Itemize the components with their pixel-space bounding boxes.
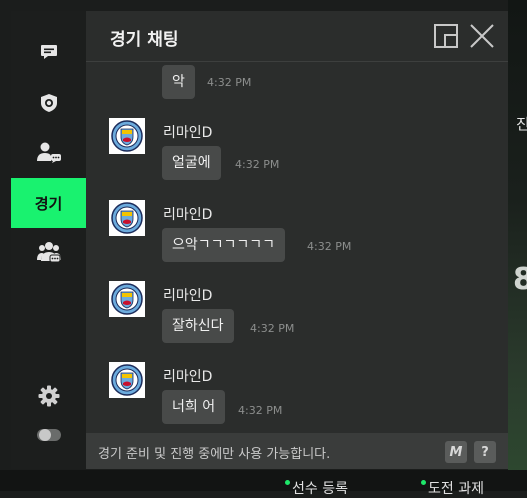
avatar[interactable] bbox=[109, 118, 145, 154]
message-time: 4:32 PM bbox=[250, 322, 295, 335]
macro-button[interactable]: M bbox=[445, 441, 467, 463]
avatar[interactable] bbox=[109, 362, 145, 398]
close-icon bbox=[470, 24, 494, 48]
list-item: 리마인D 잘하신다 4:32 PM bbox=[86, 281, 508, 351]
club-crest-icon bbox=[111, 120, 143, 152]
message-time: 4:32 PM bbox=[307, 240, 352, 253]
popout-button[interactable] bbox=[433, 23, 459, 49]
sidebar-item-match[interactable]: 경기 bbox=[11, 178, 86, 228]
message-time: 4:32 PM bbox=[207, 76, 252, 89]
message-time: 4:32 PM bbox=[238, 404, 283, 417]
background-tab-challenges[interactable]: 도전 과제 bbox=[421, 478, 484, 498]
new-dot-icon bbox=[285, 480, 290, 485]
club-crest-icon bbox=[111, 202, 143, 234]
background-tab-label: 도전 과제 bbox=[428, 481, 484, 497]
background-tab-player-register[interactable]: 선수 등록 bbox=[285, 478, 348, 498]
message-bubble: 너희 어 bbox=[162, 390, 226, 424]
settings-button[interactable] bbox=[11, 374, 86, 418]
sender-name: 리마인D bbox=[163, 125, 213, 141]
chat-footer: 경기 준비 및 진행 중에만 사용 가능합니다. M ? bbox=[86, 433, 508, 469]
sender-name: 리마인D bbox=[163, 369, 213, 385]
page-title: 경기 채팅 bbox=[110, 30, 179, 50]
sidebar-item-club[interactable] bbox=[11, 81, 86, 125]
sidebar-item-group[interactable] bbox=[11, 230, 86, 274]
message-bubble: 잘하신다 bbox=[162, 309, 234, 343]
shield-icon bbox=[39, 93, 59, 113]
help-button[interactable]: ? bbox=[474, 441, 496, 463]
toggle-icon bbox=[36, 428, 61, 442]
chat-header: 경기 채팅 bbox=[86, 11, 508, 62]
message-bubble: 얼굴에 bbox=[162, 146, 221, 180]
background-tab-label: 선수 등록 bbox=[292, 481, 348, 497]
club-crest-icon bbox=[111, 364, 143, 396]
sidebar-item-chat[interactable] bbox=[11, 30, 86, 74]
chat-icon bbox=[39, 42, 59, 62]
avatar[interactable] bbox=[109, 200, 145, 236]
background-number: 8 bbox=[513, 262, 527, 297]
list-item: 리마인D 너희 어 4:32 PM bbox=[86, 362, 508, 432]
list-item: 악 4:32 PM bbox=[86, 62, 508, 107]
sidebar-item-friends[interactable] bbox=[11, 130, 86, 174]
message-time: 4:32 PM bbox=[235, 158, 280, 171]
chat-panel: 경기 경기 채팅 악 4:32 PM 리마인D 얼굴에 4:32 PM 리마인D… bbox=[11, 11, 508, 469]
sender-name: 리마인D bbox=[163, 207, 213, 223]
club-crest-icon bbox=[111, 283, 143, 315]
close-button[interactable] bbox=[469, 23, 495, 49]
usage-notice: 경기 준비 및 진행 중에만 사용 가능합니다. bbox=[98, 447, 331, 462]
list-item: 리마인D 으악ㄱㄱㄱㄱㄱㄱ 4:32 PM bbox=[86, 200, 508, 270]
background-label: 진 bbox=[516, 115, 527, 133]
sidebar: 경기 bbox=[11, 11, 86, 469]
toggle-button[interactable] bbox=[11, 413, 86, 457]
message-list[interactable]: 악 4:32 PM 리마인D 얼굴에 4:32 PM 리마인D 으악ㄱㄱㄱㄱㄱㄱ… bbox=[86, 62, 508, 433]
user-chat-icon bbox=[36, 141, 61, 163]
list-item: 리마인D 얼굴에 4:32 PM bbox=[86, 118, 508, 188]
sender-name: 리마인D bbox=[163, 288, 213, 304]
sidebar-item-label: 경기 bbox=[34, 194, 63, 213]
message-bubble: 악 bbox=[162, 65, 195, 99]
gear-icon bbox=[38, 385, 60, 407]
new-dot-icon bbox=[421, 480, 426, 485]
group-chat-icon bbox=[36, 241, 61, 263]
popout-window-icon bbox=[434, 24, 458, 48]
avatar[interactable] bbox=[109, 281, 145, 317]
message-bubble: 으악ㄱㄱㄱㄱㄱㄱ bbox=[162, 228, 286, 262]
background-game-screen bbox=[508, 0, 527, 491]
